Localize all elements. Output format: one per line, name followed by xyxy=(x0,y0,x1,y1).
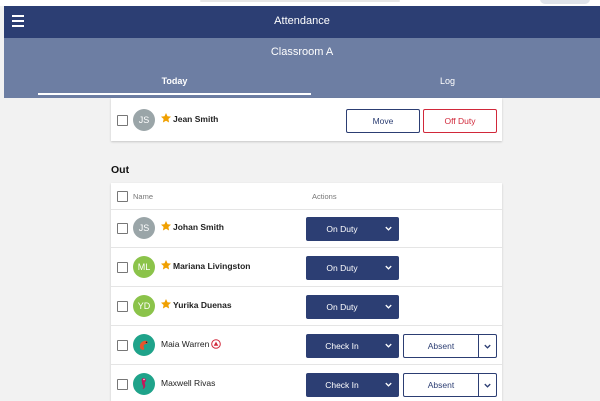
row-checkbox[interactable] xyxy=(117,115,128,126)
avatar: JS xyxy=(133,109,155,131)
address-bar-edge xyxy=(200,0,400,2)
select-all-checkbox[interactable] xyxy=(117,191,128,202)
chevron-down-icon xyxy=(484,344,491,349)
star-icon xyxy=(161,221,171,231)
classroom-header: Classroom A Today Log xyxy=(4,38,600,98)
row-checkbox[interactable] xyxy=(117,301,128,312)
absent-button[interactable]: Absent xyxy=(404,374,478,396)
absent-button[interactable]: Absent xyxy=(404,335,478,357)
out-section-title: Out xyxy=(111,164,130,176)
star-icon xyxy=(161,113,171,123)
chevron-down-icon xyxy=(484,383,491,388)
row-checkbox[interactable] xyxy=(117,262,128,273)
row-checkbox[interactable] xyxy=(117,379,128,390)
absent-menu-toggle[interactable] xyxy=(479,374,496,396)
star-icon xyxy=(161,299,171,309)
avatar xyxy=(133,334,155,356)
chevron-down-icon xyxy=(385,265,392,270)
shrimp-icon xyxy=(139,340,148,350)
table-row: ML Mariana Livingston On Duty xyxy=(111,249,502,287)
on-duty-button[interactable]: On Duty xyxy=(306,295,399,319)
avatar: ML xyxy=(133,256,155,278)
row-checkbox[interactable] xyxy=(117,223,128,234)
out-list-card: Name Actions JS Johan Smith On Duty ML M… xyxy=(111,183,502,401)
tab-today[interactable]: Today xyxy=(38,76,311,86)
chevron-down-icon xyxy=(385,226,392,231)
person-name: Johan Smith xyxy=(173,222,225,232)
warning-icon xyxy=(211,339,221,349)
seahorse-icon xyxy=(141,378,147,390)
on-duty-button[interactable]: On Duty xyxy=(306,217,399,241)
table-row: Maia Warren Check In Absent xyxy=(111,327,502,365)
classroom-title: Classroom A xyxy=(270,46,334,58)
app-title: Attendance xyxy=(274,15,330,27)
table-row: Maxwell Rivas Check In Absent xyxy=(111,366,502,401)
person-name: Mariana Livingston xyxy=(173,261,251,271)
off-duty-button[interactable]: Off Duty xyxy=(423,109,497,133)
table-header: Name Actions xyxy=(111,183,502,210)
move-button[interactable]: Move xyxy=(346,109,420,133)
absent-split-button[interactable]: Absent xyxy=(403,334,497,358)
on-duty-button[interactable]: On Duty xyxy=(306,256,399,280)
browser-pill xyxy=(540,0,590,4)
present-list-card: JS Jean Smith Move Off Duty xyxy=(111,98,502,141)
active-tab-indicator xyxy=(38,93,311,95)
tab-log[interactable]: Log xyxy=(311,76,584,86)
avatar: YD xyxy=(133,295,155,317)
avatar xyxy=(133,373,155,395)
absent-menu-toggle[interactable] xyxy=(479,335,496,357)
list-item: JS Jean Smith Move Off Duty xyxy=(111,102,502,140)
person-name: Maia Warren xyxy=(161,339,210,349)
person-name: Jean Smith xyxy=(173,114,219,124)
avatar: JS xyxy=(133,217,155,239)
column-header-actions: Actions xyxy=(312,192,337,201)
absent-split-button[interactable]: Absent xyxy=(403,373,497,397)
app-bar: Attendance xyxy=(4,6,600,38)
column-header-name: Name xyxy=(133,192,154,201)
chevron-down-icon xyxy=(385,304,392,309)
person-name: Maxwell Rivas xyxy=(161,378,216,388)
chevron-down-icon xyxy=(385,343,392,348)
row-checkbox[interactable] xyxy=(117,340,128,351)
check-in-button[interactable]: Check In xyxy=(306,334,399,358)
person-name: Yurika Duenas xyxy=(173,300,232,310)
table-row: YD Yurika Duenas On Duty xyxy=(111,288,502,326)
check-in-button[interactable]: Check In xyxy=(306,373,399,397)
star-icon xyxy=(161,260,171,270)
chevron-down-icon xyxy=(385,382,392,387)
table-row: JS Johan Smith On Duty xyxy=(111,210,502,248)
